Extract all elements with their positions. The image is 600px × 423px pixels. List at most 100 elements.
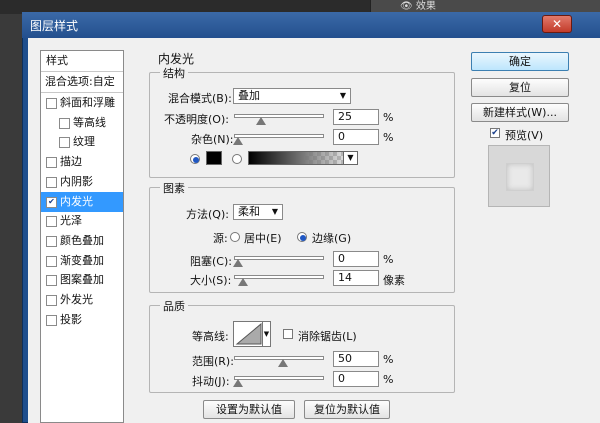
blend-options-item[interactable]: 混合选项:自定: [41, 72, 123, 93]
opacity-input[interactable]: 25: [333, 109, 379, 125]
reset-default-button[interactable]: 复位为默认值: [304, 400, 390, 419]
style-item-12-checkbox[interactable]: [46, 314, 57, 326]
size-unit: 像素: [383, 274, 405, 287]
chevron-down-icon[interactable]: ▼: [262, 322, 270, 346]
style-item-5[interactable]: 内阴影: [41, 172, 123, 192]
choke-input[interactable]: 0: [333, 251, 379, 267]
preview-label: 预览(V): [505, 129, 544, 142]
opacity-slider-thumb[interactable]: [255, 117, 266, 125]
set-default-button[interactable]: 设置为默认值: [203, 400, 295, 419]
opacity-percent: %: [383, 111, 394, 124]
jitter-input[interactable]: 0: [333, 371, 379, 387]
contour-label: 等高线:: [192, 330, 229, 343]
style-item-5-checkbox[interactable]: [46, 176, 57, 188]
style-item-11-checkbox[interactable]: [46, 295, 57, 306]
style-list: 样式 混合选项:自定 斜面和浮雕 等高线 纹理 描边 内阴影 ✔ 内发光 光泽 颜色叠加 渐变叠加…: [40, 50, 124, 423]
noise-percent: %: [383, 131, 394, 144]
style-item-6-label: 内发光: [60, 194, 93, 208]
antialias-checkbox[interactable]: [283, 329, 293, 339]
style-item-1[interactable]: 斜面和浮雕: [41, 93, 123, 113]
style-item-10[interactable]: 图案叠加: [41, 270, 123, 290]
style-item-12[interactable]: 投影: [41, 310, 123, 330]
range-label: 范围(R):: [192, 355, 234, 368]
style-item-1-checkbox[interactable]: [46, 98, 57, 109]
style-item-6[interactable]: ✔ 内发光: [41, 191, 123, 212]
range-slider-thumb[interactable]: [278, 359, 288, 367]
jitter-label: 抖动(J):: [192, 375, 230, 388]
style-item-8-label: 颜色叠加: [60, 233, 104, 247]
style-item-8-checkbox[interactable]: [46, 235, 57, 247]
noise-label: 杂色(N):: [191, 133, 234, 146]
style-item-4[interactable]: 描边: [41, 152, 123, 172]
blend-mode-select[interactable]: 叠加 ▼: [233, 88, 351, 104]
reset-button[interactable]: 复位: [471, 78, 569, 97]
opacity-slider[interactable]: [234, 114, 324, 118]
size-input[interactable]: 14: [333, 270, 379, 286]
jitter-slider-thumb[interactable]: [233, 379, 243, 387]
blend-mode-value: 叠加: [238, 89, 260, 102]
check-icon: ✔: [491, 128, 499, 138]
choke-slider-thumb[interactable]: [233, 259, 243, 267]
range-input[interactable]: 50: [333, 351, 379, 367]
jitter-slider[interactable]: [234, 376, 324, 380]
style-list-header: 样式: [41, 51, 123, 72]
source-edge-label: 边缘(G): [312, 232, 352, 245]
style-item-9-label: 渐变叠加: [60, 253, 104, 267]
style-item-4-label: 描边: [60, 155, 82, 169]
choke-slider[interactable]: [234, 256, 324, 260]
contour-picker[interactable]: ▼: [233, 321, 271, 347]
opacity-label: 不透明度(O):: [164, 113, 229, 126]
method-label: 方法(Q):: [186, 208, 229, 221]
style-item-5-label: 内阴影: [60, 174, 93, 188]
style-item-9-checkbox[interactable]: [46, 255, 57, 267]
style-item-3-label: 纹理: [73, 135, 95, 149]
close-button[interactable]: ✕: [542, 15, 572, 33]
close-icon: ✕: [551, 17, 563, 31]
ok-button[interactable]: 确定: [471, 52, 569, 71]
antialias-label: 消除锯齿(L): [298, 330, 357, 343]
noise-slider-thumb[interactable]: [233, 137, 243, 145]
style-item-2[interactable]: 等高线: [41, 113, 123, 133]
style-item-3[interactable]: 纹理: [41, 132, 123, 152]
method-value: 柔和: [238, 205, 260, 218]
structure-legend: 结构: [160, 65, 188, 81]
source-center-radio[interactable]: [230, 232, 240, 242]
dialog-title: 图层样式: [30, 19, 79, 33]
style-item-2-label: 等高线: [73, 115, 106, 129]
style-item-11[interactable]: 外发光: [41, 290, 123, 310]
source-edge-radio[interactable]: [297, 232, 307, 242]
eye-icon: 👁: [400, 1, 413, 12]
size-label: 大小(S):: [190, 274, 232, 287]
quality-legend: 品质: [160, 298, 188, 314]
style-item-7[interactable]: 光泽: [41, 211, 123, 231]
method-select[interactable]: 柔和 ▼: [233, 204, 283, 220]
chevron-down-icon[interactable]: ▼: [343, 152, 357, 164]
noise-slider[interactable]: [234, 134, 324, 138]
new-style-button[interactable]: 新建样式(W)...: [471, 103, 569, 122]
style-item-10-checkbox[interactable]: [46, 275, 57, 287]
style-item-11-label: 外发光: [60, 293, 93, 306]
chevron-down-icon: ▼: [339, 91, 346, 100]
style-item-2-checkbox[interactable]: [59, 117, 70, 129]
style-item-9[interactable]: 渐变叠加: [41, 251, 123, 271]
blend-mode-label: 混合模式(B):: [168, 92, 232, 105]
glow-color-swatch[interactable]: [206, 151, 222, 165]
elements-legend: 图素: [160, 180, 188, 196]
style-item-6-checkbox[interactable]: ✔: [46, 196, 57, 208]
style-item-7-checkbox[interactable]: [46, 216, 57, 228]
title-bar[interactable]: [22, 12, 600, 38]
style-item-4-checkbox[interactable]: [46, 157, 57, 169]
contour-curve-icon: [235, 322, 262, 345]
color-radio[interactable]: [190, 154, 200, 164]
noise-input[interactable]: 0: [333, 129, 379, 145]
style-item-12-label: 投影: [60, 312, 82, 326]
style-item-3-checkbox[interactable]: [59, 137, 70, 149]
size-slider-thumb[interactable]: [238, 278, 249, 286]
style-item-8[interactable]: 颜色叠加: [41, 231, 123, 251]
gradient-radio[interactable]: [232, 154, 242, 164]
range-percent: %: [383, 353, 394, 366]
preview-thumbnail: [488, 145, 550, 207]
style-item-7-label: 光泽: [60, 214, 82, 228]
preview-checkbox[interactable]: ✔: [490, 128, 500, 138]
gradient-picker[interactable]: ▼: [248, 151, 358, 165]
